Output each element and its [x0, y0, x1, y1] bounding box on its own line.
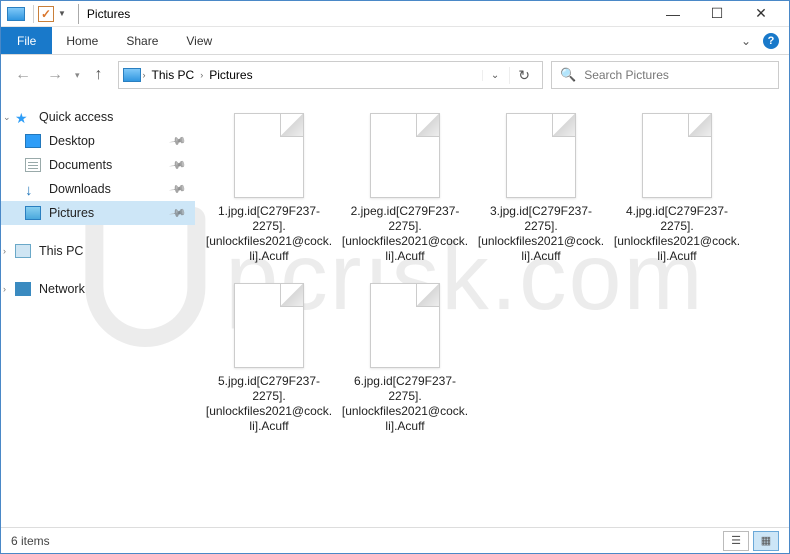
file-name: 5.jpg.id[C279F237-2275].[unlockfiles2021…: [205, 374, 333, 434]
breadcrumb-this-pc[interactable]: This PC: [148, 68, 199, 82]
refresh-button[interactable]: ↻: [509, 67, 538, 84]
details-view-button[interactable]: ☰: [723, 531, 749, 551]
file-item[interactable]: 5.jpg.id[C279F237-2275].[unlockfiles2021…: [201, 277, 337, 447]
back-button[interactable]: ←: [11, 63, 35, 87]
search-input[interactable]: 🔍 Search Pictures: [551, 61, 779, 89]
pic-icon: [25, 206, 41, 220]
address-dropdown[interactable]: ⌄: [482, 70, 507, 81]
pin-icon: 📌: [169, 132, 188, 151]
sidebar-quick-access[interactable]: ⌄ ★ Quick access: [1, 105, 195, 129]
pc-icon: [15, 244, 31, 258]
search-placeholder: Search Pictures: [584, 68, 669, 82]
file-icon: [370, 283, 440, 368]
window-title: Pictures: [87, 7, 130, 21]
status-bar: 6 items ☰ ▦: [1, 527, 789, 553]
expand-icon[interactable]: ›: [3, 246, 6, 256]
file-tab[interactable]: File: [1, 27, 52, 54]
sidebar-item-desktop[interactable]: Desktop 📌: [1, 129, 195, 153]
file-icon: [506, 113, 576, 198]
maximize-button[interactable]: ☐: [695, 1, 739, 27]
app-icon: [7, 7, 25, 21]
forward-button[interactable]: →: [43, 63, 67, 87]
tab-view[interactable]: View: [172, 27, 226, 54]
sidebar-item-label: Pictures: [49, 206, 94, 220]
file-list[interactable]: 1.jpg.id[C279F237-2275].[unlockfiles2021…: [195, 95, 789, 527]
help-button[interactable]: ?: [763, 33, 779, 49]
file-item[interactable]: 4.jpg.id[C279F237-2275].[unlockfiles2021…: [609, 107, 745, 277]
history-dropdown[interactable]: ▾: [75, 70, 80, 81]
pin-icon: 📌: [169, 156, 188, 175]
sidebar-this-pc[interactable]: › This PC: [1, 239, 195, 263]
sidebar-item-downloads[interactable]: ↓ Downloads 📌: [1, 177, 195, 201]
pin-icon: 📌: [169, 204, 188, 223]
ribbon-tabs: File Home Share View ⌄ ?: [1, 27, 789, 55]
collapse-icon[interactable]: ⌄: [3, 112, 11, 123]
file-name: 4.jpg.id[C279F237-2275].[unlockfiles2021…: [613, 204, 741, 264]
file-icon: [234, 113, 304, 198]
sidebar-item-label: Downloads: [49, 182, 111, 196]
breadcrumb-pictures[interactable]: Pictures: [205, 68, 256, 82]
sidebar-label: Network: [39, 282, 85, 296]
sidebar-network[interactable]: › Network: [1, 277, 195, 301]
tab-home[interactable]: Home: [52, 27, 112, 54]
qat-properties-button[interactable]: ✓: [38, 6, 54, 22]
file-item[interactable]: 2.jpeg.id[C279F237-2275].[unlockfiles202…: [337, 107, 473, 277]
star-icon: ★: [15, 110, 31, 124]
doc-icon: [25, 158, 41, 172]
file-item[interactable]: 6.jpg.id[C279F237-2275].[unlockfiles2021…: [337, 277, 473, 447]
sidebar-label: Quick access: [39, 110, 113, 124]
navigation-pane: ⌄ ★ Quick access Desktop 📌 Documents 📌 ↓ Down…: [1, 95, 195, 527]
navigation-bar: ← → ▾ ↑ › This PC › Pictures ⌄ ↻ 🔍 Searc…: [1, 55, 789, 95]
chevron-right-icon: ›: [143, 70, 146, 80]
sidebar-item-documents[interactable]: Documents 📌: [1, 153, 195, 177]
separator: [78, 4, 79, 24]
pin-icon: 📌: [169, 180, 188, 199]
file-item[interactable]: 1.jpg.id[C279F237-2275].[unlockfiles2021…: [201, 107, 337, 277]
item-count: 6 items: [11, 534, 50, 548]
dl-icon: ↓: [25, 182, 41, 196]
tab-share[interactable]: Share: [112, 27, 172, 54]
expand-ribbon-button[interactable]: ⌄: [741, 34, 751, 48]
address-bar[interactable]: › This PC › Pictures ⌄ ↻: [118, 61, 543, 89]
thumbnails-view-button[interactable]: ▦: [753, 531, 779, 551]
sidebar-item-pictures[interactable]: Pictures 📌: [1, 201, 195, 225]
file-icon: [642, 113, 712, 198]
close-button[interactable]: ✕: [739, 1, 783, 27]
separator: [33, 5, 34, 23]
sidebar-label: This PC: [39, 244, 83, 258]
minimize-button[interactable]: ―: [651, 1, 695, 27]
file-name: 3.jpg.id[C279F237-2275].[unlockfiles2021…: [477, 204, 605, 264]
expand-icon[interactable]: ›: [3, 284, 6, 294]
file-icon: [234, 283, 304, 368]
file-icon: [370, 113, 440, 198]
up-button[interactable]: ↑: [88, 64, 110, 86]
file-name: 2.jpeg.id[C279F237-2275].[unlockfiles202…: [341, 204, 469, 264]
desktop-icon: [25, 134, 41, 148]
network-icon: [15, 282, 31, 296]
title-bar: ✓ ▼ Pictures ― ☐ ✕: [1, 1, 789, 27]
file-name: 1.jpg.id[C279F237-2275].[unlockfiles2021…: [205, 204, 333, 264]
sidebar-item-label: Desktop: [49, 134, 95, 148]
sidebar-item-label: Documents: [49, 158, 112, 172]
file-item[interactable]: 3.jpg.id[C279F237-2275].[unlockfiles2021…: [473, 107, 609, 277]
location-icon: [123, 68, 141, 82]
file-name: 6.jpg.id[C279F237-2275].[unlockfiles2021…: [341, 374, 469, 434]
qat-dropdown[interactable]: ▼: [58, 9, 66, 18]
search-icon: 🔍: [560, 67, 576, 83]
chevron-right-icon: ›: [200, 70, 203, 80]
